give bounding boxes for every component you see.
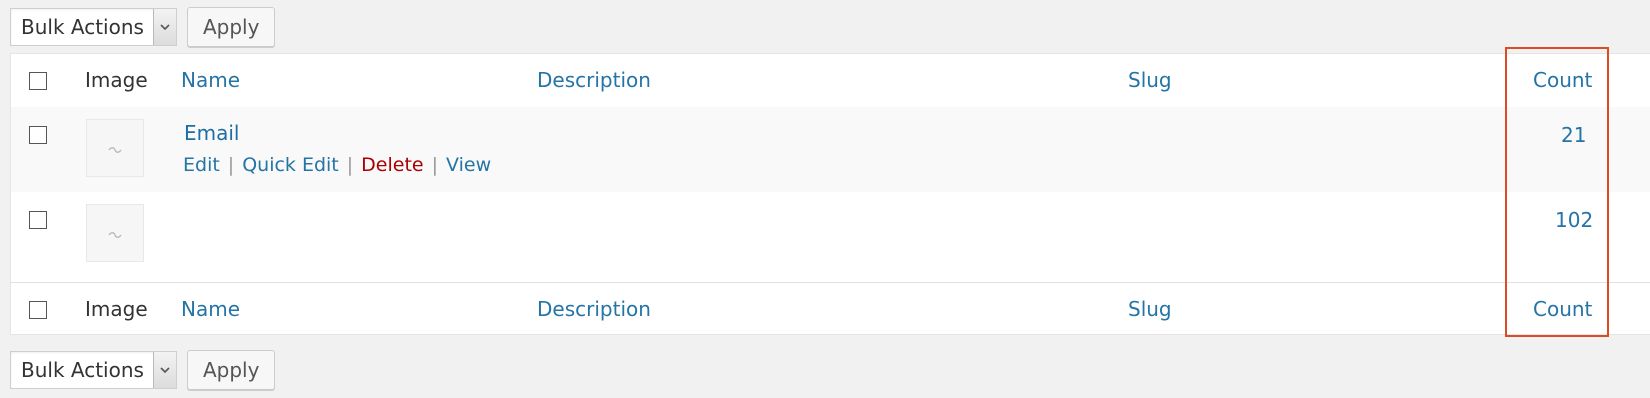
column-footer-image: Image <box>85 297 148 321</box>
term-name-link[interactable]: Email <box>184 121 240 145</box>
terms-table: Image Name Description Slug Count Email … <box>10 53 1650 335</box>
column-header-slug[interactable]: Slug <box>1128 68 1172 92</box>
row-checkbox[interactable] <box>29 211 47 229</box>
bulk-actions-select-value: Bulk Actions <box>21 15 144 39</box>
column-header-count[interactable]: Count <box>1533 68 1592 92</box>
column-header-image: Image <box>85 68 148 92</box>
row-checkbox[interactable] <box>29 126 47 144</box>
bottom-bulk-actions: Bulk Actions Apply <box>10 349 276 391</box>
quick-edit-link[interactable]: Quick Edit <box>242 154 339 176</box>
table-row: 102 <box>11 192 1650 277</box>
term-count-link[interactable]: 102 <box>1555 208 1593 232</box>
table-row: Email Edit | Quick Edit | Delete | View … <box>11 107 1650 192</box>
apply-button[interactable]: Apply <box>186 350 276 390</box>
term-thumbnail <box>86 119 144 177</box>
table-footer: Image Name Description Slug Count <box>11 282 1650 336</box>
image-placeholder-icon <box>108 224 122 243</box>
column-footer-name[interactable]: Name <box>181 297 240 321</box>
column-footer-slug[interactable]: Slug <box>1128 297 1172 321</box>
bulk-actions-select-value: Bulk Actions <box>21 358 144 382</box>
action-separator: | <box>431 154 439 176</box>
row-actions: Edit | Quick Edit | Delete | View <box>183 154 491 176</box>
table-header: Image Name Description Slug Count <box>11 54 1650 108</box>
column-footer-count[interactable]: Count <box>1533 297 1592 321</box>
edit-link[interactable]: Edit <box>183 154 220 176</box>
column-header-name[interactable]: Name <box>181 68 240 92</box>
apply-button[interactable]: Apply <box>186 7 276 47</box>
action-separator: | <box>346 154 354 176</box>
term-thumbnail <box>86 204 144 262</box>
delete-link[interactable]: Delete <box>361 154 423 176</box>
select-all-checkbox[interactable] <box>29 72 47 90</box>
image-placeholder-icon <box>108 139 122 158</box>
chevron-down-icon[interactable] <box>152 352 176 388</box>
action-separator: | <box>227 154 235 176</box>
top-bulk-actions: Bulk Actions Apply <box>10 6 276 48</box>
chevron-down-icon[interactable] <box>152 9 176 45</box>
column-footer-description[interactable]: Description <box>537 297 651 321</box>
select-all-checkbox[interactable] <box>29 301 47 319</box>
view-link[interactable]: View <box>446 154 491 176</box>
column-header-description[interactable]: Description <box>537 68 651 92</box>
term-list-page: Bulk Actions Apply Image Name Descriptio… <box>0 0 1650 398</box>
bulk-actions-select[interactable]: Bulk Actions <box>10 8 177 46</box>
bulk-actions-select[interactable]: Bulk Actions <box>10 351 177 389</box>
term-count-link[interactable]: 21 <box>1561 123 1586 147</box>
